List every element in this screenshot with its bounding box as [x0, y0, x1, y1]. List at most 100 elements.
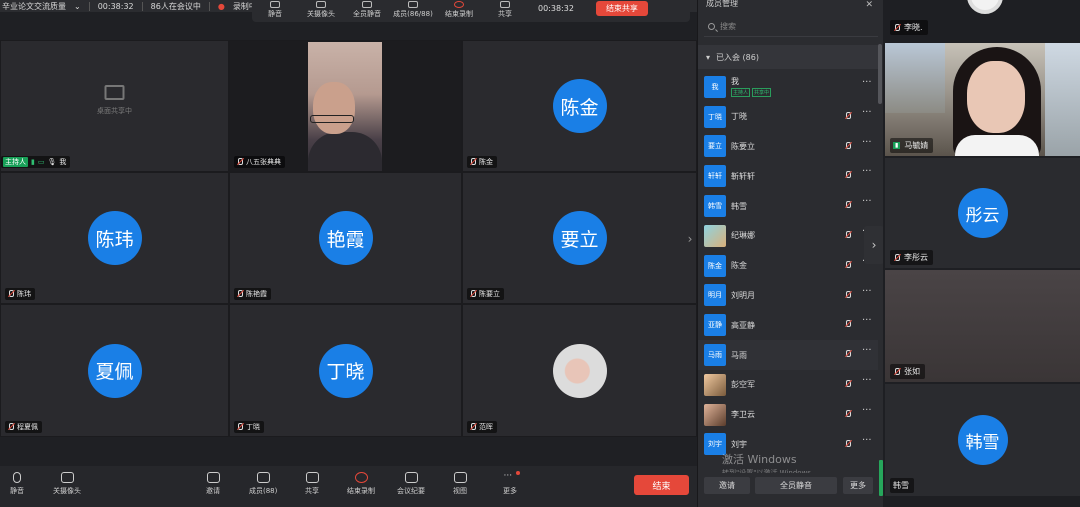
- more-icon[interactable]: ···: [862, 375, 872, 386]
- member-row[interactable]: 马雨 马雨 ···: [698, 340, 878, 370]
- member-row[interactable]: 韩雪 韩雪 ···: [698, 191, 878, 221]
- joined-section-header[interactable]: ▾ 已入会 (86): [698, 45, 878, 69]
- end-meeting-button[interactable]: 结束: [634, 475, 689, 495]
- member-row[interactable]: 李卫云 ···: [698, 400, 878, 430]
- more-icon[interactable]: ···: [862, 405, 872, 416]
- video-tile[interactable]: 范晖: [462, 304, 697, 437]
- more-icon[interactable]: ···: [862, 196, 872, 207]
- chevron-down-icon[interactable]: ⌄: [74, 2, 81, 11]
- member-row[interactable]: 明月 刘明月 ···: [698, 281, 878, 311]
- member-row[interactable]: 陈金陈金···: [698, 251, 878, 281]
- mic-icon: [270, 1, 280, 8]
- member-row[interactable]: 彭空军 ···: [698, 370, 878, 400]
- members-button[interactable]: 成员(88): [249, 472, 277, 496]
- more-button[interactable]: 更多: [843, 477, 873, 494]
- mic-off-icon[interactable]: [844, 141, 851, 150]
- video-tile[interactable]: 夏佩 程夏佩: [0, 304, 229, 437]
- search-input[interactable]: 搜索: [704, 17, 878, 37]
- video-tile[interactable]: 陈玮 陈玮: [0, 172, 229, 304]
- share-button[interactable]: 共享: [305, 472, 319, 496]
- member-name: 陈要立: [731, 141, 755, 151]
- mic-off-icon[interactable]: [844, 379, 851, 388]
- video-tile[interactable]: 丁晓 丁晓: [229, 304, 462, 437]
- tt-label: 全员静音: [353, 10, 381, 18]
- more-icon[interactable]: ···: [862, 315, 872, 326]
- more-icon[interactable]: ···: [862, 137, 872, 148]
- invite-button[interactable]: 邀请: [704, 477, 750, 494]
- mute-all-button[interactable]: 全员静音: [755, 477, 837, 494]
- tt-label: 成员(86/88): [393, 10, 433, 18]
- mic-off-icon[interactable]: [844, 409, 851, 418]
- mute-button[interactable]: 静音: [10, 472, 24, 496]
- gallery-tile[interactable]: ▮ 马毓婧: [885, 43, 1080, 156]
- tile-name: 张如: [904, 367, 920, 376]
- stop-record-button[interactable]: 结束录制: [347, 472, 375, 496]
- more-button[interactable]: ··· 更多: [503, 472, 517, 496]
- gallery-tile[interactable]: 韩雪 韩雪: [885, 384, 1080, 496]
- member-row[interactable]: 纪琳娜···: [698, 221, 878, 251]
- video-tile[interactable]: 桌面共享中 主持人 ▮ ▭ 🎙 我: [0, 40, 229, 172]
- member-info: 刘宇: [731, 439, 878, 450]
- video-grid: 桌面共享中 主持人 ▮ ▭ 🎙 我 八五张典典 陈金 陈金 陈玮 陈玮 艳霞 陈…: [0, 40, 697, 437]
- mic-off-icon[interactable]: [844, 439, 851, 448]
- video-tile[interactable]: 艳霞 陈艳霞: [229, 172, 462, 304]
- meeting-title[interactable]: 辛业论文交流质量: [2, 1, 66, 12]
- member-avatar: 马雨: [704, 344, 726, 367]
- bb-label: 更多: [503, 487, 517, 495]
- mic-off-icon: [236, 158, 243, 166]
- member-row[interactable]: 要立 陈要立 ···: [698, 132, 878, 162]
- bb-label: 关摄像头: [53, 487, 81, 495]
- view-button[interactable]: 视图: [453, 472, 467, 496]
- share-icon: [305, 472, 319, 483]
- tt-mute-button[interactable]: 静音: [252, 0, 298, 19]
- gallery-tile[interactable]: 彤云 李彤云: [885, 158, 1080, 268]
- member-row[interactable]: 我我主持人 共享中 ···: [698, 72, 878, 102]
- more-icon[interactable]: ···: [862, 345, 872, 356]
- member-info: 陈要立: [731, 141, 878, 152]
- grid-icon: [453, 472, 467, 483]
- minutes-button[interactable]: 会议纪要: [397, 472, 425, 496]
- invite-button[interactable]: 邀请: [206, 472, 220, 496]
- search-icon: [708, 23, 715, 30]
- member-name: 马雨: [731, 350, 747, 360]
- tt-stop-record-button[interactable]: 结束录制: [436, 0, 482, 19]
- divider: [208, 1, 210, 11]
- more-icon[interactable]: ···: [862, 435, 872, 446]
- mic-off-icon[interactable]: [844, 260, 851, 269]
- tt-camera-button[interactable]: 关摄像头: [298, 0, 344, 19]
- more-icon[interactable]: ···: [862, 107, 872, 118]
- video-tile[interactable]: 陈金 陈金: [462, 40, 697, 172]
- mic-off-icon[interactable]: [844, 171, 851, 179]
- mic-off-icon[interactable]: [844, 230, 851, 239]
- speaker-gallery: 李晓. ▮ 马毓婧 彤云 李彤云 张如 韩雪 韩雪: [883, 0, 1080, 507]
- member-avatar: 丁晓: [704, 105, 726, 128]
- tt-members-button[interactable]: 成员(86/88): [390, 0, 436, 19]
- more-icon[interactable]: ···: [862, 286, 872, 297]
- tt-mute-all-button[interactable]: 全员静音: [344, 0, 390, 19]
- scrollbar[interactable]: [878, 44, 882, 104]
- member-row[interactable]: 丁晓 丁晓 ···: [698, 102, 878, 132]
- meeting-duration: 00:38:32: [97, 1, 134, 11]
- video-tile[interactable]: 八五张典典: [229, 40, 462, 172]
- camera-button[interactable]: 关摄像头: [53, 472, 81, 496]
- chevron-right-icon[interactable]: ›: [864, 226, 884, 264]
- member-row[interactable]: 轩轩 靳轩轩 ···: [698, 161, 878, 191]
- tt-share-button[interactable]: 共享: [482, 0, 528, 19]
- close-icon[interactable]: ✕: [865, 0, 873, 10]
- mic-off-icon[interactable]: [844, 201, 851, 209]
- gallery-tile[interactable]: 李晓.: [885, 0, 1080, 40]
- end-share-button[interactable]: 结束共享: [595, 1, 648, 16]
- record-dot-icon: ●: [217, 1, 225, 11]
- mic-off-icon[interactable]: [844, 111, 851, 120]
- gallery-tile[interactable]: 张如: [885, 270, 1080, 382]
- bb-label: 成员(88): [249, 487, 278, 495]
- mic-off-icon[interactable]: [844, 290, 851, 299]
- mic-off-icon[interactable]: [844, 350, 851, 358]
- chevron-right-icon[interactable]: ›: [684, 226, 696, 252]
- member-row[interactable]: 亚静 高亚静 ···: [698, 310, 878, 340]
- mic-off-icon[interactable]: [844, 320, 851, 328]
- video-tile[interactable]: 要立 陈要立: [462, 172, 697, 304]
- more-icon[interactable]: ···: [862, 166, 872, 177]
- more-icon[interactable]: ···: [862, 77, 872, 88]
- more-icon: ···: [503, 471, 513, 481]
